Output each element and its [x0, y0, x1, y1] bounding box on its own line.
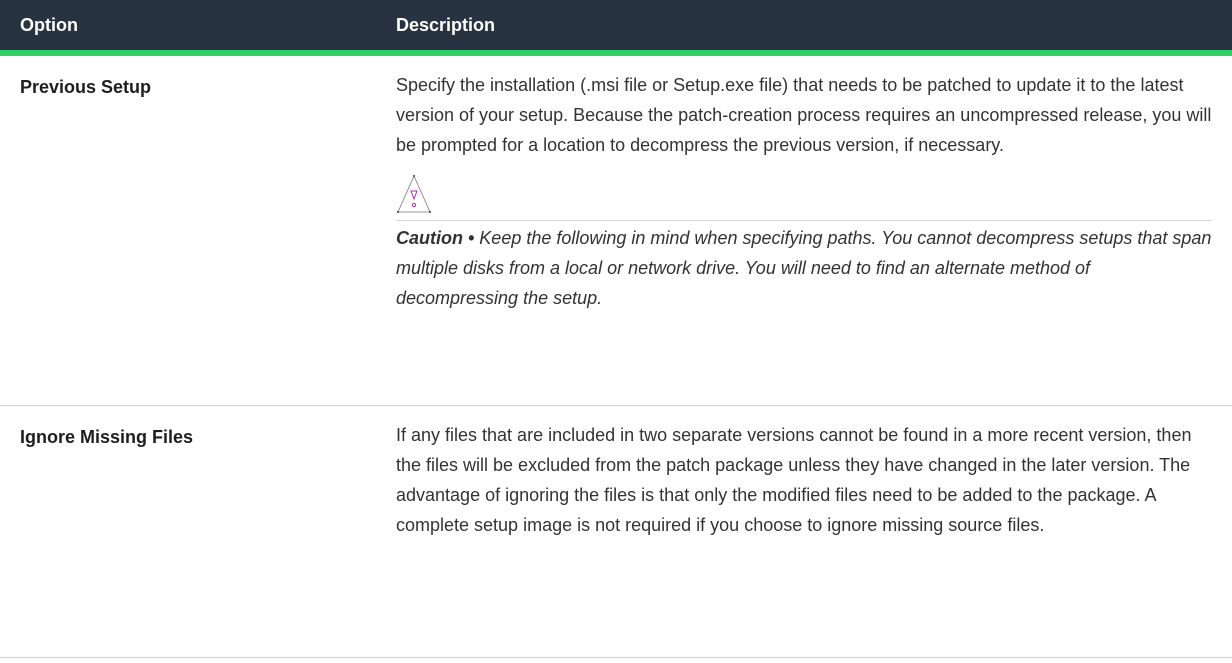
- option-description-cell: If any files that are included in two se…: [376, 405, 1232, 658]
- caution-label: Caution •: [396, 228, 475, 248]
- options-table: Option Description Previous Setup Specif…: [0, 0, 1232, 658]
- caution-triangle-icon: [396, 174, 436, 218]
- option-description-cell: Specify the installation (.msi file or S…: [376, 53, 1232, 406]
- option-name: Ignore Missing Files: [0, 405, 376, 658]
- option-name: Previous Setup: [0, 53, 376, 406]
- header-option: Option: [0, 0, 376, 56]
- table-row: Previous Setup Specify the installation …: [0, 53, 1232, 406]
- table-header-row: Option Description: [0, 0, 1232, 56]
- option-description: If any files that are included in two se…: [396, 424, 1192, 535]
- table-row: Ignore Missing Files If any files that a…: [0, 405, 1232, 658]
- header-description: Description: [376, 0, 1232, 56]
- option-description: Specify the installation (.msi file or S…: [396, 75, 1212, 155]
- caution-divider: [396, 220, 1212, 221]
- caution-note: Caution • Keep the following in mind whe…: [396, 223, 1212, 313]
- caution-text: Keep the following in mind when specifyi…: [396, 228, 1212, 308]
